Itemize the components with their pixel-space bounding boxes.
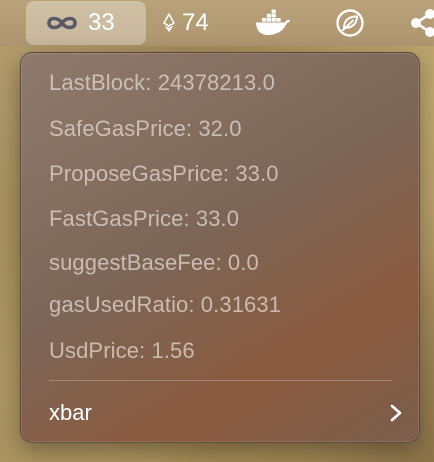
- infinity-icon: [47, 16, 77, 30]
- chevron-right-icon: [390, 404, 402, 422]
- share-nodes-icon: [411, 9, 434, 37]
- eth-status-item[interactable]: 74: [163, 0, 209, 46]
- menu-item-usd-price: UsdPrice: 1.56: [49, 338, 195, 363]
- ethereum-icon: [163, 13, 175, 32]
- menu-item-last-block: LastBlock: 24378213.0: [49, 70, 275, 95]
- menu-divider: [49, 380, 392, 381]
- eth-price-value: 74: [182, 9, 209, 36]
- status-dropdown-menu: LastBlock: 24378213.0 SafeGasPrice: 32.0…: [20, 52, 420, 443]
- gas-status-item[interactable]: 33: [44, 0, 115, 46]
- menu-bar: 33 74: [0, 0, 434, 46]
- menu-item-suggest-base-fee: suggestBaseFee: 0.0: [49, 250, 259, 275]
- leaf-circle-icon: [336, 9, 364, 37]
- xbar-submenu-item[interactable]: xbar: [29, 393, 411, 433]
- xbar-label: xbar: [49, 400, 92, 425]
- menu-item-fast-gas-price: FastGasPrice: 33.0: [49, 206, 240, 231]
- menu-item-gas-used-ratio: gasUsedRatio: 0.31631: [49, 292, 282, 317]
- leaf-status-item[interactable]: [333, 0, 367, 46]
- docker-icon: [256, 9, 290, 35]
- share-status-item[interactable]: [402, 0, 434, 46]
- gas-price-value: 33: [88, 9, 115, 36]
- menu-item-propose-gas-price: ProposeGasPrice: 33.0: [49, 161, 279, 186]
- menu-item-safe-gas-price: SafeGasPrice: 32.0: [49, 116, 242, 141]
- docker-status-item[interactable]: [253, 0, 293, 46]
